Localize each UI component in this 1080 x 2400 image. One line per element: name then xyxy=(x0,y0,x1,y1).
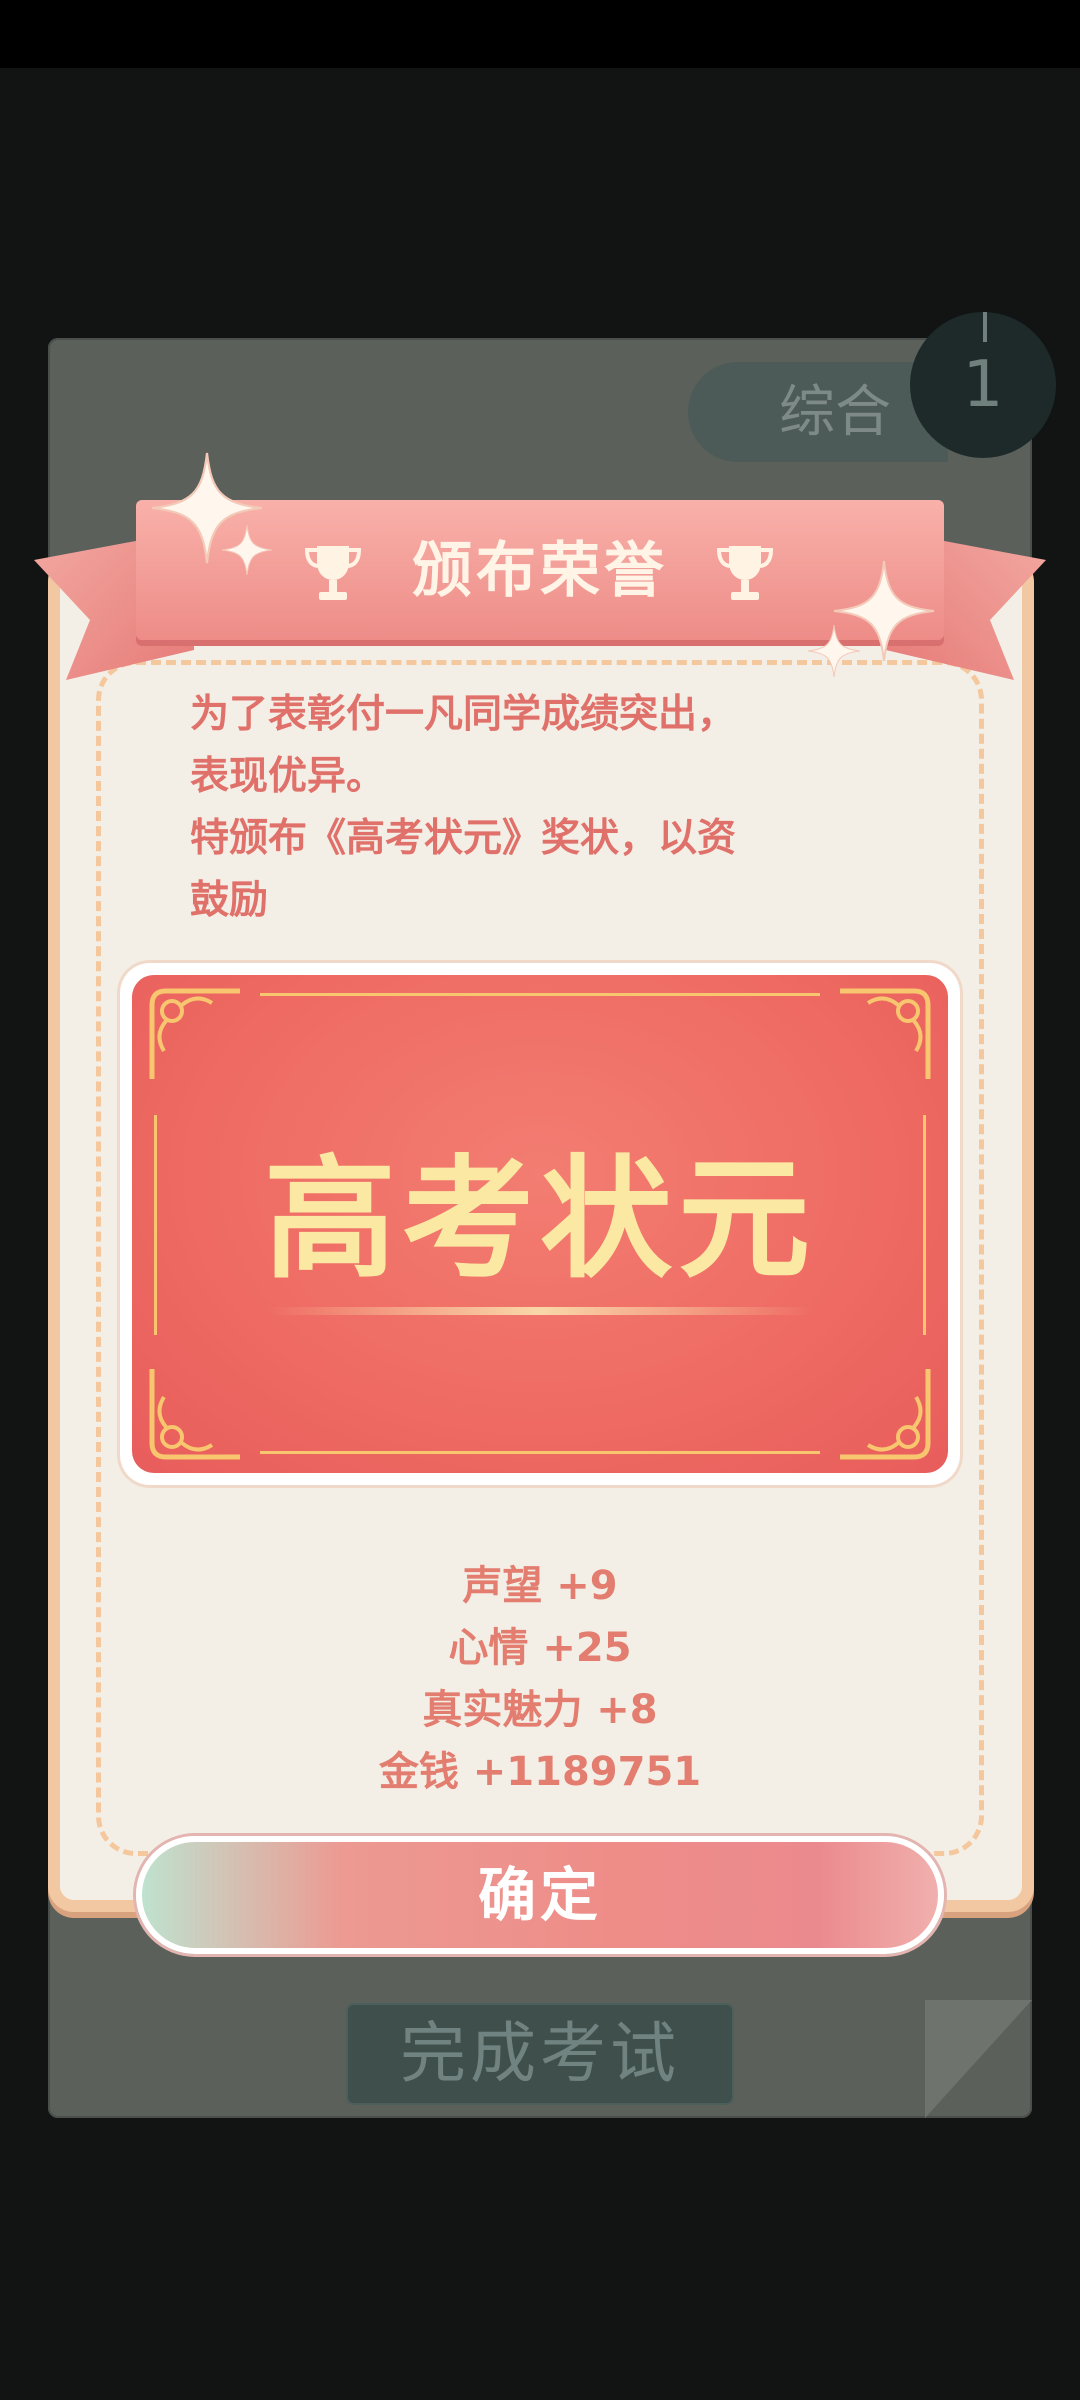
reward-reputation: 声望 +9 xyxy=(462,1563,618,1609)
description-line: 鼓励 xyxy=(190,878,269,923)
ornament-corner-icon xyxy=(840,1369,931,1460)
status-bar xyxy=(0,0,1080,68)
reward-mood: 心情 +25 xyxy=(448,1625,632,1671)
certificate-border-line xyxy=(260,993,820,996)
certificate-title: 高考状元 xyxy=(264,1143,816,1297)
description-line: 特颁布《高考状元》奖状，以资 xyxy=(190,816,737,861)
ornament-corner-icon xyxy=(149,1369,240,1460)
score-badge-number: 1 xyxy=(962,348,1004,422)
reward-money: 金钱 +1189751 xyxy=(378,1749,702,1795)
description-line: 为了表彰付一凡同学成绩突出， xyxy=(190,692,737,737)
certificate-border-line xyxy=(260,1451,820,1454)
confirm-button-label[interactable]: 确定 xyxy=(136,1836,944,1954)
reward-charm: 真实魅力 +8 xyxy=(422,1687,658,1733)
honor-description: 为了表彰付一凡同学成绩突出， 表现优异。 特颁布《高考状元》奖状，以资 鼓励 xyxy=(190,684,910,932)
sparkle-icon xyxy=(222,524,272,576)
trophy-icon xyxy=(304,546,362,600)
ornament-corner-icon xyxy=(149,988,240,1079)
trophy-icon xyxy=(716,546,774,600)
score-badge-tick xyxy=(983,312,987,342)
ornament-corner-icon xyxy=(840,988,931,1079)
sparkle-icon xyxy=(808,624,860,678)
screen: 综合 1 完成考试 颁布荣誉 为了表彰付一凡同学成绩突出， 表现优异。 特颁布《… xyxy=(0,0,1080,2400)
certificate-underline xyxy=(268,1307,812,1315)
subject-tab-label: 综合 xyxy=(779,380,891,445)
description-line: 表现优异。 xyxy=(190,754,386,799)
finish-exam-label: 完成考试 xyxy=(400,2015,680,2092)
